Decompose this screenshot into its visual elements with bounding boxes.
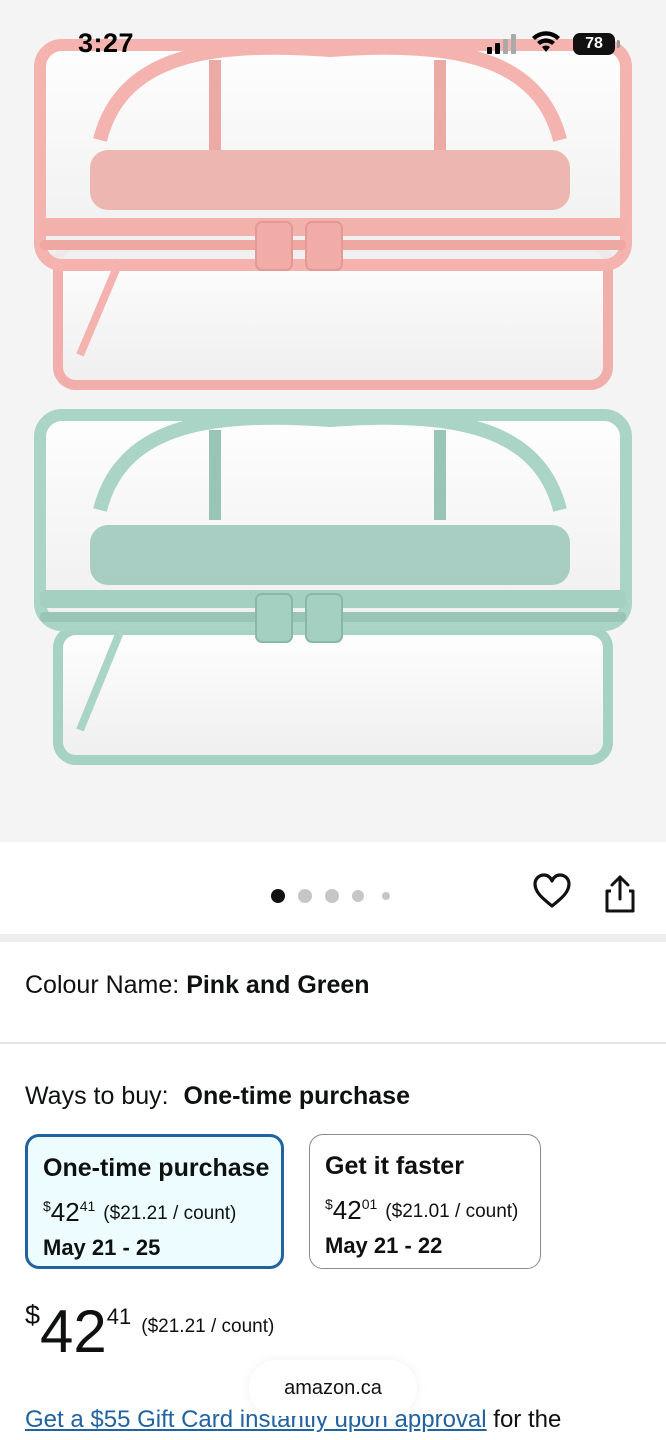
carousel-dot[interactable] <box>298 889 312 903</box>
share-icon[interactable] <box>603 874 637 914</box>
option-delivery-date: May 21 - 22 <box>325 1233 443 1258</box>
option-unit-price: ($21.01 / count) <box>385 1201 519 1222</box>
battery-level: 78 <box>573 33 615 55</box>
colour-label: Colour Name: <box>25 971 180 999</box>
option-title: Get it faster <box>325 1152 464 1180</box>
purchase-option-one-time[interactable]: One-time purchase $4241 ($21.21 / count) … <box>25 1134 284 1269</box>
option-price: $4241 ($21.21 / count) <box>43 1191 281 1229</box>
price-currency: $ <box>25 1300 41 1330</box>
carousel-controls <box>0 842 666 934</box>
product-illustration <box>34 39 632 765</box>
product-image[interactable] <box>0 0 666 842</box>
battery-icon: 78 <box>573 33 621 55</box>
option-delivery-date: May 21 - 25 <box>43 1235 161 1260</box>
option-price-cents: 41 <box>79 1198 96 1214</box>
status-time: 3:27 <box>78 28 135 58</box>
battery-tip <box>617 40 620 48</box>
colour-name-row: Colour Name: Pink and Green <box>25 971 370 1000</box>
option-price-whole: 42 <box>50 1197 80 1227</box>
status-bar: 3:27 78 <box>0 0 666 90</box>
option-price-cents: 01 <box>361 1196 378 1212</box>
option-currency: $ <box>43 1198 51 1214</box>
price-cents: 41 <box>106 1304 132 1329</box>
browser-url-pill[interactable]: amazon.ca <box>249 1360 417 1416</box>
green-bag <box>34 409 632 765</box>
ways-to-buy-selected: One-time purchase <box>183 1082 410 1110</box>
option-price: $4201 ($21.01 / count) <box>325 1189 540 1227</box>
purchase-option-faster[interactable]: Get it faster $4201 ($21.01 / count) May … <box>309 1134 541 1269</box>
ways-to-buy-row: Ways to buy: One-time purchase <box>25 1082 410 1111</box>
option-title: One-time purchase <box>43 1154 270 1182</box>
carousel-dot[interactable] <box>352 890 364 902</box>
wifi-icon <box>532 31 560 52</box>
price-unit: ($21.21 / count) <box>141 1316 275 1337</box>
option-unit-price: ($21.21 / count) <box>103 1203 237 1224</box>
section-divider <box>0 1042 666 1044</box>
ways-to-buy-label: Ways to buy: <box>25 1082 169 1110</box>
pink-bag <box>34 39 632 390</box>
heart-icon[interactable] <box>532 872 572 910</box>
gift-card-link[interactable]: Get a $55 Gift Card instantly upon appro… <box>25 1406 487 1433</box>
carousel-dot[interactable] <box>325 889 339 903</box>
option-price-whole: 42 <box>332 1195 362 1225</box>
product-price: $4241 ($21.21 / count) <box>25 1300 274 1362</box>
option-currency: $ <box>325 1196 333 1212</box>
price-whole: 42 <box>40 1298 107 1365</box>
cellular-signal-icon <box>487 34 516 54</box>
section-divider <box>0 934 666 942</box>
colour-value: Pink and Green <box>186 971 370 999</box>
promo-trailing-text: for the <box>493 1406 562 1433</box>
carousel-dot[interactable] <box>382 892 390 900</box>
carousel-dot[interactable] <box>271 889 285 903</box>
